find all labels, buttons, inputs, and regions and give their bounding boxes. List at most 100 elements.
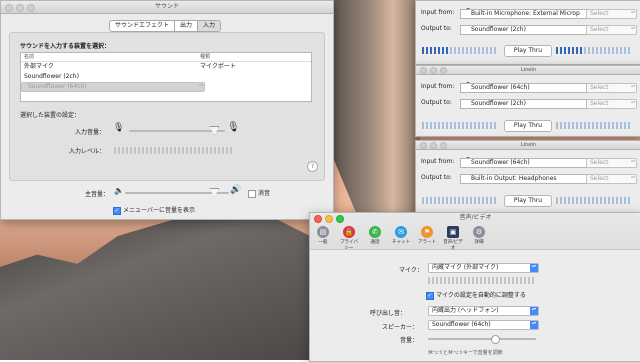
level-bar: [494, 197, 496, 204]
toolbar-item[interactable]: ▣ 音声/ビデオ: [442, 226, 464, 251]
tab-sound-effects[interactable]: サウンドエフェクト: [110, 21, 176, 31]
close-button[interactable]: [420, 142, 427, 149]
volume-slider[interactable]: [428, 338, 536, 340]
linein-window-3: LineIn Input from: 🎙 Soundflower (64ch) …: [415, 140, 640, 214]
mic-select[interactable]: 内蔵マイク (外部マイク): [428, 263, 539, 273]
mute-check-box[interactable]: [248, 189, 256, 198]
minimize-button[interactable]: [430, 67, 437, 74]
lock-icon: 🔒: [343, 226, 355, 238]
auto-adjust-checkbox[interactable]: ✓ マイクの設定を自動的に調整する: [426, 290, 526, 300]
level-bar: [568, 122, 570, 129]
toolbar-item[interactable]: ▤ 一般: [312, 226, 334, 245]
minimize-button[interactable]: [16, 4, 24, 12]
minimize-button[interactable]: [430, 142, 437, 149]
linein-titlebar: LineIn: [416, 141, 640, 150]
level-bar: [588, 47, 590, 54]
menubar-check-box[interactable]: ✓: [113, 206, 121, 215]
level-bar: [468, 277, 470, 284]
level-bar: [624, 122, 626, 129]
volume-knob[interactable]: [490, 335, 500, 344]
level-bar: [450, 197, 452, 204]
device-row-selected[interactable]: Soundflower (64ch): [21, 82, 205, 92]
zoom-button[interactable]: [27, 4, 35, 12]
toolbar-item[interactable]: ⚙ 詳細: [468, 226, 490, 245]
right-level-meter: [556, 122, 630, 129]
level-bar: [572, 122, 574, 129]
audio-video-icon: ▣: [447, 226, 459, 238]
play-thru-button[interactable]: Play Thru: [504, 45, 552, 57]
input-select[interactable]: Select: [586, 9, 637, 19]
toolbar-item[interactable]: ✆ 通話: [364, 226, 386, 245]
level-bar: [474, 122, 476, 129]
toolbar-item[interactable]: 🔒 プライバシー: [338, 226, 360, 251]
menubar-checkbox[interactable]: ✓ メニューバーに音量を表示: [113, 205, 195, 215]
level-bar: [162, 147, 164, 154]
level-bar: [624, 197, 626, 204]
mute-checkbox[interactable]: 消音: [248, 188, 270, 198]
left-level-meter: [422, 47, 496, 54]
output-select[interactable]: Select: [586, 99, 637, 109]
level-bar: [580, 122, 582, 129]
output-device-field: Built-in Output: Headphones: [460, 174, 595, 184]
zoom-button[interactable]: [336, 215, 344, 223]
level-bar: [568, 47, 570, 54]
auto-adjust-check-box[interactable]: ✓: [426, 291, 434, 300]
close-button[interactable]: [314, 215, 322, 223]
tab-input[interactable]: 入力: [198, 21, 221, 31]
toolbar-item[interactable]: ⚑ アラート: [416, 226, 438, 245]
level-bar: [434, 47, 436, 54]
device-table: 名前 種類 外部マイク マイクポート Soundflower (2ch) Sou…: [20, 52, 312, 102]
level-bar: [194, 147, 196, 154]
mic-level-meter: [428, 277, 534, 284]
level-bar: [454, 122, 456, 129]
device-row[interactable]: 外部マイク マイクポート: [21, 62, 311, 72]
output-select[interactable]: Select: [586, 25, 637, 35]
level-bar: [596, 197, 598, 204]
close-button[interactable]: [5, 4, 13, 12]
level-bar: [604, 122, 606, 129]
level-bar: [446, 47, 448, 54]
level-bar: [462, 197, 464, 204]
zoom-button[interactable]: [440, 142, 447, 149]
tab-output[interactable]: 出力: [175, 21, 199, 31]
speaker-select[interactable]: Soundflower (64ch): [428, 320, 539, 330]
level-bar: [440, 277, 442, 284]
window-title: サウンド: [154, 3, 179, 10]
sound-preferences-window: サウンド サウンドエフェクト 出力 入力 サウンドを入力する装置を選択： 名前 …: [0, 0, 334, 220]
level-bar: [584, 47, 586, 54]
level-bar: [576, 47, 578, 54]
level-bar: [628, 47, 630, 54]
level-bar: [466, 197, 468, 204]
level-bar: [490, 47, 492, 54]
level-bar: [600, 197, 602, 204]
level-bar: [628, 197, 630, 204]
zoom-button[interactable]: [440, 67, 447, 74]
level-bar: [444, 277, 446, 284]
level-bar: [454, 197, 456, 204]
level-bar: [504, 277, 506, 284]
level-bar: [484, 277, 486, 284]
toolbar-item[interactable]: ✉ チャット: [390, 226, 412, 245]
input-volume-label: 入力音量：: [75, 129, 106, 136]
close-button[interactable]: [420, 67, 427, 74]
device-row[interactable]: Soundflower (2ch): [21, 72, 311, 82]
level-bar: [612, 197, 614, 204]
level-bar: [476, 277, 478, 284]
input-select[interactable]: Select: [586, 158, 637, 168]
input-select[interactable]: Select: [586, 83, 637, 93]
level-bar: [186, 147, 188, 154]
level-bar: [616, 47, 618, 54]
level-bar: [470, 122, 472, 129]
level-bar: [624, 47, 626, 54]
audio-video-window: 音声/ビデオ ▤ 一般 🔒 プライバシー ✆ 通話 ✉ チャット ⚑ アラート ▣ 音声/ビデオ ⚙ 詳細…: [309, 212, 640, 362]
input-volume-slider[interactable]: [129, 130, 225, 132]
output-select[interactable]: Select: [586, 174, 637, 184]
level-bar: [596, 122, 598, 129]
help-button[interactable]: ?: [307, 161, 318, 172]
level-bar: [428, 277, 430, 284]
play-thru-button[interactable]: Play Thru: [504, 195, 552, 207]
ringer-select[interactable]: 内蔵出力 (ヘッドフォン): [428, 306, 539, 316]
level-bar: [494, 47, 496, 54]
minimize-button[interactable]: [325, 215, 333, 223]
play-thru-button[interactable]: Play Thru: [504, 120, 552, 132]
